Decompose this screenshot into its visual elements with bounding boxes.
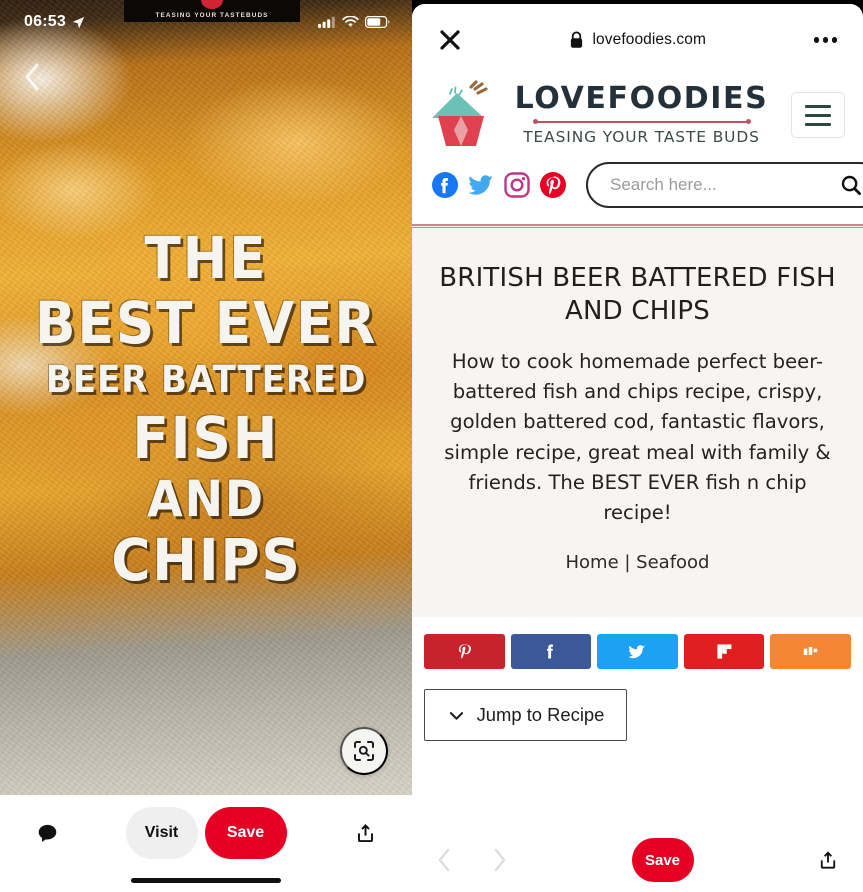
visual-search-button[interactable]: [340, 727, 388, 775]
visit-button[interactable]: Visit: [125, 807, 198, 859]
site-logo-text[interactable]: LOVEFOODIES TEASING YOUR TASTE BUDS: [504, 81, 779, 147]
more-options-icon: [831, 37, 837, 43]
flipboard-icon: [716, 644, 732, 659]
pin-save-button[interactable]: Save: [204, 807, 287, 859]
site-search-box[interactable]: [586, 162, 863, 208]
hamburger-menu-button[interactable]: [791, 92, 845, 138]
twitter-share-button[interactable]: [597, 634, 678, 670]
article-summary: BRITISH BEER BATTERED FISH AND CHIPS How…: [412, 228, 863, 618]
status-bar-left: 06:53: [24, 13, 85, 31]
pinterest-pin-panel: TEASING YOUR TASTEBUDS THE BEST EVER BEE…: [0, 0, 412, 892]
hamburger-menu-icon: [805, 104, 831, 108]
pinterest-icon: [458, 644, 471, 659]
browser-more-button[interactable]: [813, 37, 837, 43]
logo-divider: [532, 119, 751, 125]
pin-title-overlay: THE BEST EVER BEER BATTERED FISH AND CHI…: [0, 0, 412, 795]
battery-icon: [365, 16, 390, 28]
pinterest-share-button[interactable]: [424, 634, 505, 670]
twitter-icon: [628, 644, 646, 658]
share-upload-icon: [820, 851, 836, 869]
share-upload-icon: [357, 823, 373, 843]
screen-root: TEASING YOUR TASTEBUDS THE BEST EVER BEE…: [0, 0, 863, 892]
lovefoodies-cupcake-logo-icon[interactable]: [430, 78, 492, 152]
comment-button[interactable]: [30, 807, 64, 859]
mix-share-button[interactable]: [770, 634, 851, 670]
twitter-icon[interactable]: [468, 172, 494, 198]
social-and-search-row: [412, 158, 863, 224]
chevron-down-icon: [449, 711, 463, 720]
close-x-icon: [440, 30, 460, 50]
more-options-icon: [813, 37, 819, 43]
pin-overlay-line: BEER BATTERED: [45, 357, 367, 401]
status-bar-time: 06:53: [24, 13, 66, 30]
visual-search-icon: [354, 741, 374, 761]
status-bar-right: [318, 16, 390, 28]
cellular-signal-icon: [318, 16, 335, 28]
pinterest-icon[interactable]: [540, 172, 566, 198]
pin-bottom-action-bar: Visit Save: [0, 795, 412, 892]
browser-top-bar: lovefoodies.com: [412, 4, 863, 64]
pin-overlay-line: FISH: [132, 404, 280, 473]
article-title: BRITISH BEER BATTERED FISH AND CHIPS: [439, 263, 836, 326]
url-text: lovefoodies.com: [592, 31, 706, 48]
facebook-share-button[interactable]: [510, 634, 592, 670]
browser-nav-arrows: [436, 847, 508, 873]
share-buttons-row: [412, 617, 863, 684]
site-logo-wordmark: LOVEFOODIES: [514, 81, 769, 116]
hamburger-menu-icon: [805, 113, 831, 117]
pin-overlay-line: THE: [144, 224, 268, 293]
flipboard-share-button[interactable]: [683, 634, 765, 670]
browser-share-button[interactable]: [817, 848, 839, 872]
ios-status-bar: 06:53: [0, 0, 412, 44]
more-options-icon: [822, 37, 828, 43]
wifi-icon: [342, 16, 359, 27]
jump-to-recipe-label: Jump to Recipe: [476, 704, 605, 726]
article-description: How to cook homemade perfect beer-batter…: [444, 350, 831, 524]
search-magnifier-icon[interactable]: [839, 173, 863, 197]
instagram-icon[interactable]: [504, 172, 530, 198]
jump-to-recipe-button[interactable]: Jump to Recipe: [424, 689, 627, 742]
back-chevron-icon[interactable]: [22, 62, 42, 92]
url-display[interactable]: lovefoodies.com: [474, 31, 802, 49]
browser-save-wrap: Save: [508, 838, 817, 882]
pin-overlay-line: BEST EVER: [34, 289, 378, 358]
location-arrow-icon: [72, 16, 85, 28]
browser-back-button[interactable]: [436, 847, 453, 873]
chevron-left-icon: [438, 848, 450, 872]
browser-forward-button[interactable]: [491, 847, 508, 873]
close-browser-button[interactable]: [438, 28, 462, 52]
in-app-browser-panel: lovefoodies.com LOVEFOODIES TEASING YOUR…: [412, 0, 863, 892]
pin-overlay-line: CHIPS: [110, 525, 302, 594]
facebook-icon: [547, 644, 554, 659]
site-header: LOVEFOODIES TEASING YOUR TASTE BUDS: [412, 64, 863, 158]
header-divider: [412, 224, 863, 228]
pin-image[interactable]: TEASING YOUR TASTEBUDS THE BEST EVER BEE…: [0, 0, 412, 795]
browser-bottom-bar: Save: [412, 828, 863, 892]
pin-overlay-line: AND: [147, 469, 265, 528]
browser-sheet: lovefoodies.com LOVEFOODIES TEASING YOUR…: [412, 4, 863, 892]
website-content: LOVEFOODIES TEASING YOUR TASTE BUDS Sear…: [412, 64, 863, 760]
browser-save-button[interactable]: Save: [631, 838, 694, 882]
chevron-right-icon: [494, 848, 506, 872]
comment-bubble-icon: [38, 824, 56, 842]
breadcrumb[interactable]: Home | Seafood: [434, 552, 841, 573]
site-tagline: TEASING YOUR TASTE BUDS: [523, 128, 760, 146]
mix-icon: [803, 646, 818, 656]
pin-share-button[interactable]: [348, 807, 382, 859]
search-input[interactable]: [610, 175, 831, 195]
facebook-icon[interactable]: [432, 172, 458, 198]
jump-to-recipe-wrap: Jump to Recipe: [412, 683, 863, 760]
home-indicator: [131, 878, 281, 883]
lock-icon: [571, 31, 583, 48]
hamburger-menu-icon: [805, 122, 831, 126]
pin-primary-actions: Visit Save: [125, 807, 287, 859]
